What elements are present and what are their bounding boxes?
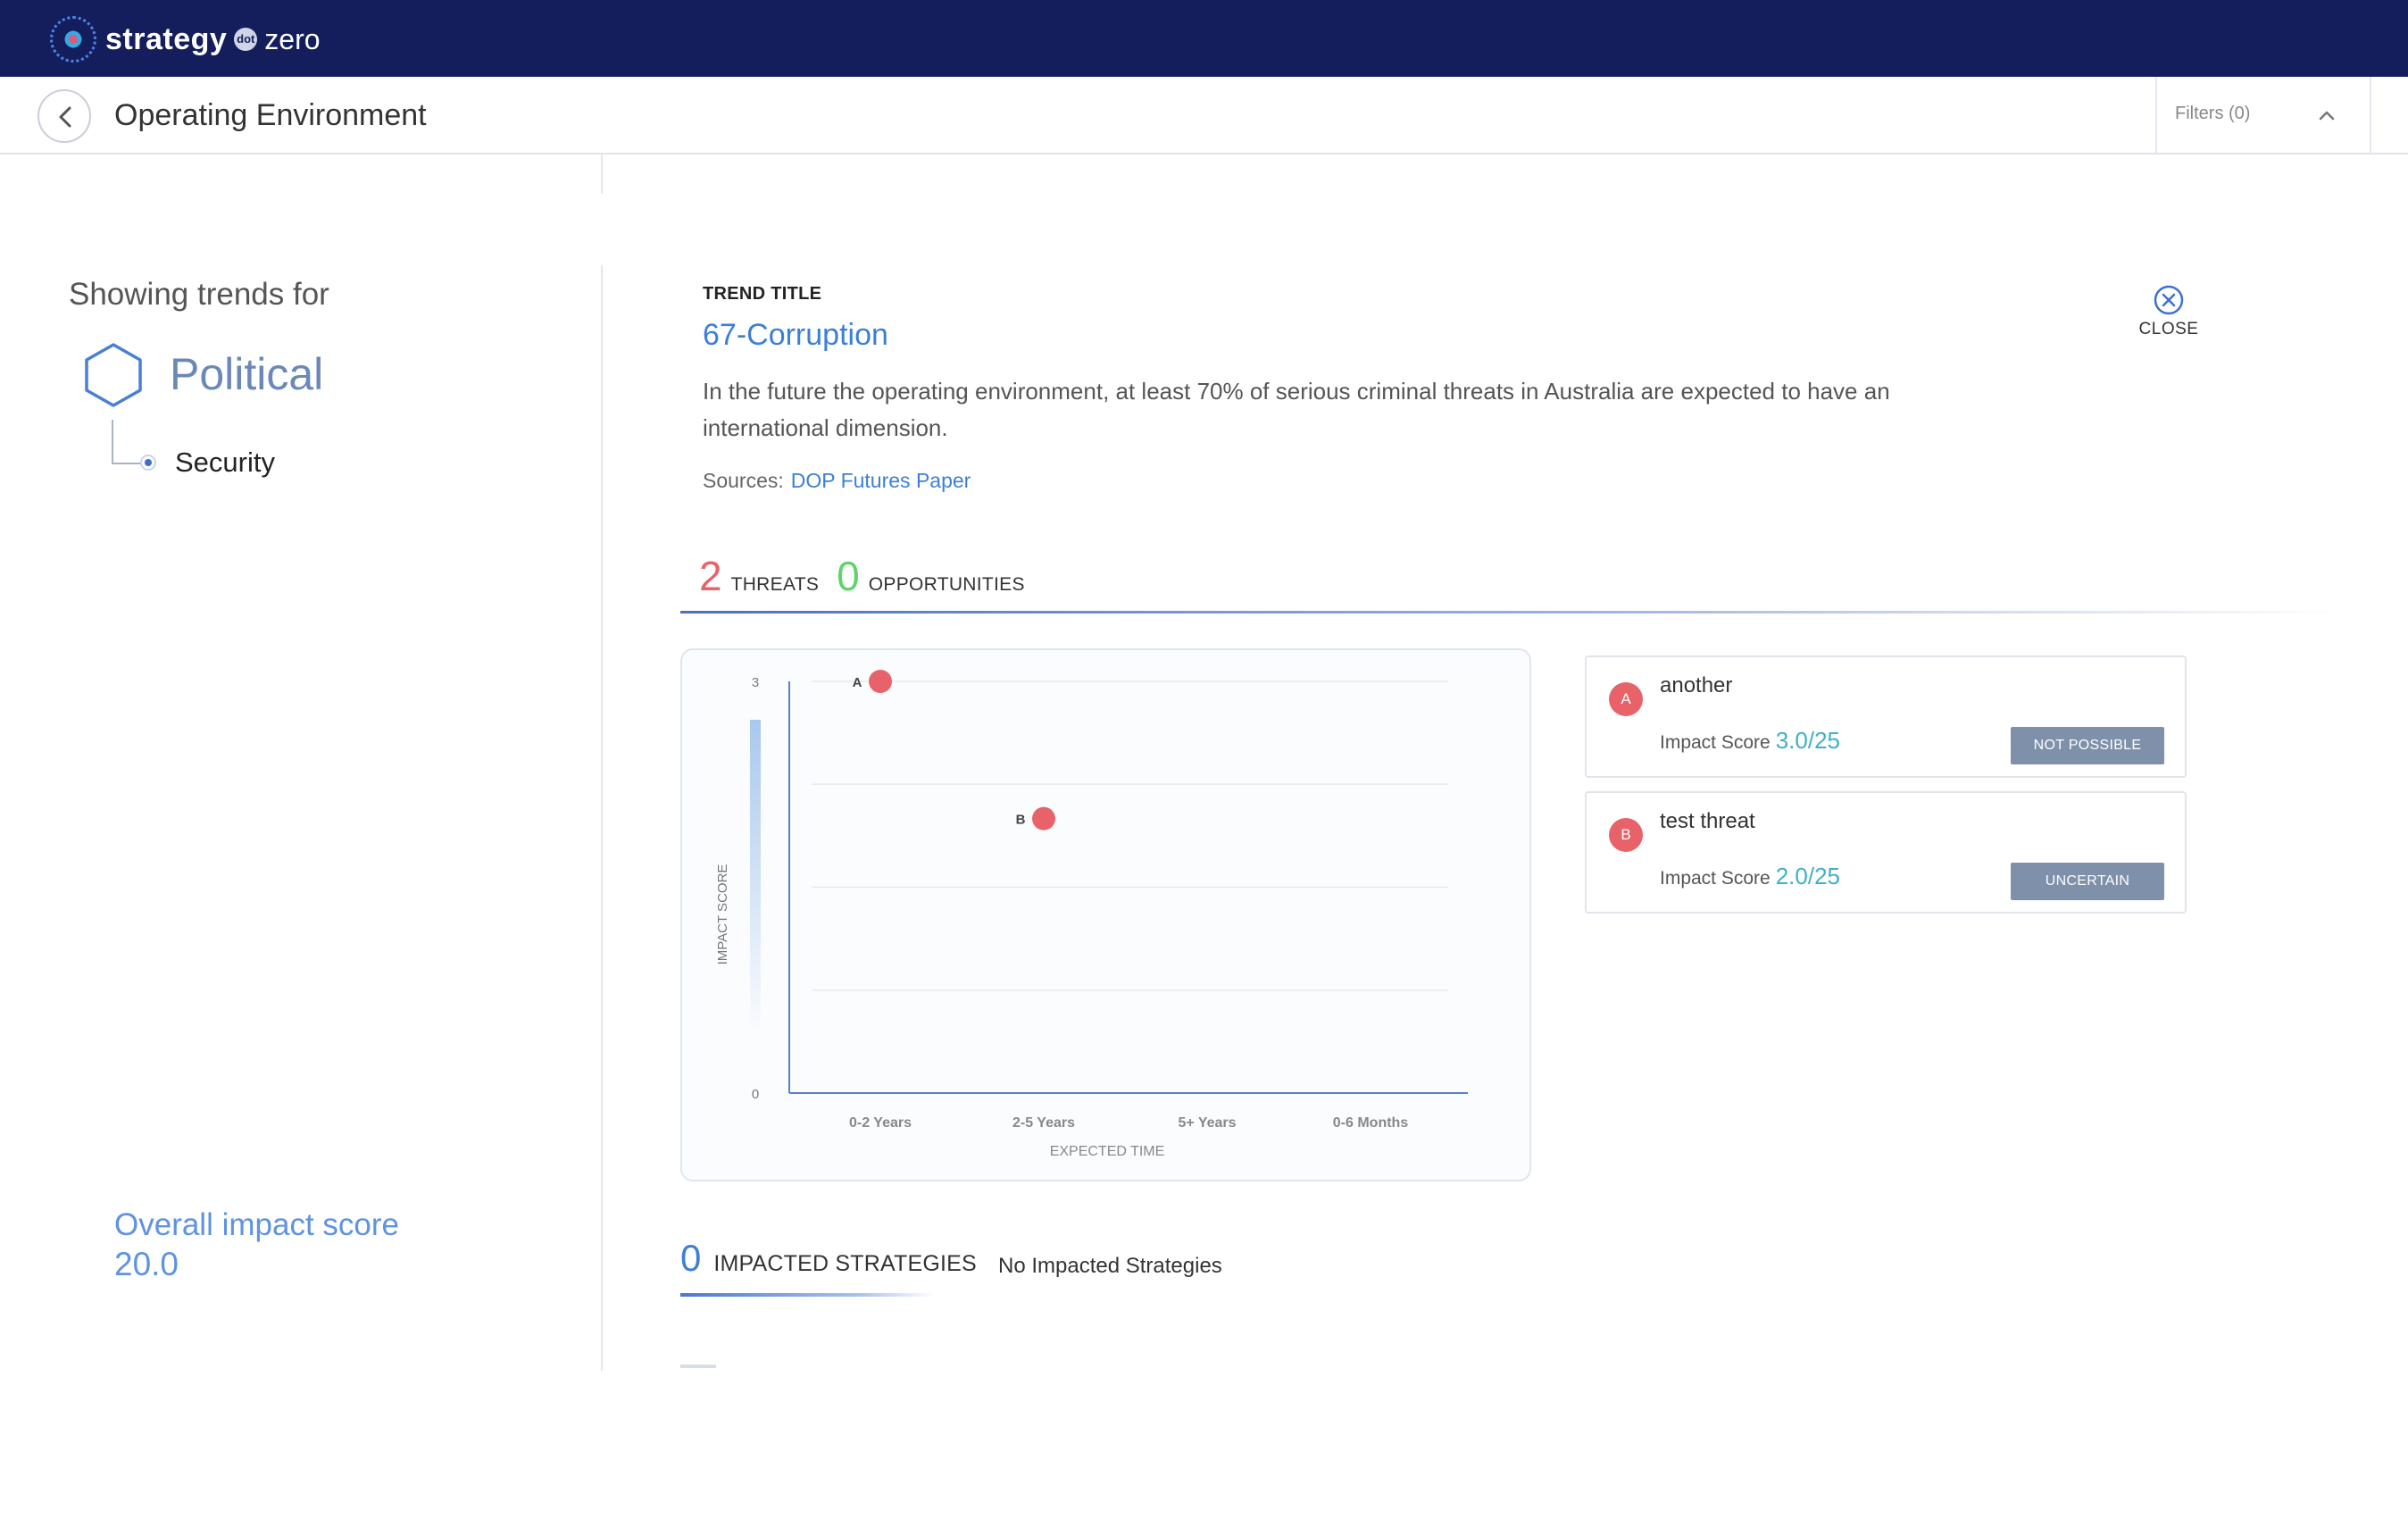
x-tick-label: 2-5 Years [1012,1115,1075,1131]
logo-word: strategy [105,21,228,56]
back-button[interactable] [37,89,91,143]
trend-title: 67-Corruption [703,318,888,352]
top-navbar: strategy dot zero [0,0,2408,77]
sub-category-security[interactable]: Security [175,447,275,479]
logo-dot-badge: dot [234,28,258,51]
impact-scatter-chart: 3 0 0-2 Years 2-5 Years 5+ Years 0-6 Months EX… [715,670,1468,1159]
showing-trends-label: Showing trends for [69,277,329,312]
tabs-underline [680,611,2341,614]
x-axis-label: EXPECTED TIME [1050,1144,1165,1159]
threat-point-a [869,670,892,693]
category-title: Political [170,349,324,399]
filters-toggle[interactable]: Filters (0) [2155,77,2371,153]
threat-status-button[interactable]: UNCERTAIN [2011,863,2164,900]
threat-card-a[interactable]: A another Impact Score 3.0/25 NOT POSSIBL… [1585,655,2187,778]
impact-score-label: Impact Score [1660,732,1771,753]
no-impacted-strategies-text: No Impacted Strategies [998,1254,1222,1278]
close-circle-icon [2154,285,2184,315]
close-label: CLOSE [2138,320,2199,338]
y-axis-gradient-bar [750,720,761,1034]
impacted-count: 0 [680,1237,702,1279]
filters-label: Filters (0) [2175,104,2251,123]
threat-card-b[interactable]: B test threat Impact Score 2.0/25 UNCERTA… [1585,791,2187,914]
threat-opportunity-tabs: 2 THREATS 0 OPPORTUNITIES [699,552,1025,605]
y-tick-label: 3 [752,675,759,690]
point-label: A [853,675,862,690]
logo-zero: zero [264,22,321,55]
point-label: B [1016,813,1026,828]
threat-status-button[interactable]: NOT POSSIBLE [2011,727,2164,764]
threat-badge: A [1609,682,1643,716]
threat-point-b [1032,806,1055,831]
trend-description: In the future the operating environment,… [703,378,1890,441]
chevron-up-icon [2319,111,2335,121]
impacted-label: IMPACTED STRATEGIES [713,1251,977,1276]
impact-chart-card: 3 0 0-2 Years 2-5 Years 5+ Years 0-6 Months EX… [680,648,1531,1181]
impact-score-value: 2.0/25 [1775,863,1841,889]
logo-globe-icon [50,16,96,63]
impact-score-label: Impact Score [1660,868,1771,889]
y-axis-label: IMPACT SCORE [715,864,730,965]
close-button[interactable]: CLOSE [2129,284,2209,355]
threat-badge: B [1609,818,1643,852]
x-tick-label: 5+ Years [1178,1115,1236,1131]
impact-score-value: 3.0/25 [1775,727,1841,754]
tree-node-icon [140,455,156,471]
app-logo[interactable]: strategy dot zero [50,16,321,63]
threats-count[interactable]: 2 [699,552,722,600]
page-header: Operating Environment Filters (0) [0,77,2408,154]
opportunities-label[interactable]: OPPORTUNITIES [869,574,1025,596]
threat-score: Impact Score 3.0/25 [1660,727,1840,755]
sources-label: Sources: [703,469,784,492]
trend-title-kicker: TREND TITLE [703,284,822,304]
threat-name: test threat [1660,809,1755,833]
overall-impact-label: Overall impact score [114,1207,399,1242]
threat-score: Impact Score 2.0/25 [1660,863,1840,890]
column-divider-top [601,154,603,194]
cut-off-content [680,1365,716,1368]
overall-impact-value: 20.0 [114,1246,179,1282]
threat-name: another [1660,673,1733,697]
sources-link[interactable]: DOP Futures Paper [791,469,971,492]
impacted-underline [680,1293,934,1297]
x-tick-label: 0-2 Years [849,1115,912,1131]
chevron-left-icon [59,106,71,128]
x-tick-label: 0-6 Months [1333,1115,1409,1131]
opportunities-count[interactable]: 0 [837,552,860,600]
column-divider [601,265,603,1371]
y-tick-label: 0 [752,1087,759,1102]
impacted-strategies-tab[interactable]: 0 IMPACTED STRATEGIES [680,1237,977,1280]
hexagon-icon [85,343,142,407]
page-title: Operating Environment [114,98,427,132]
trend-sources: Sources: DOP Futures Paper [703,469,971,493]
threats-label[interactable]: THREATS [731,574,820,596]
